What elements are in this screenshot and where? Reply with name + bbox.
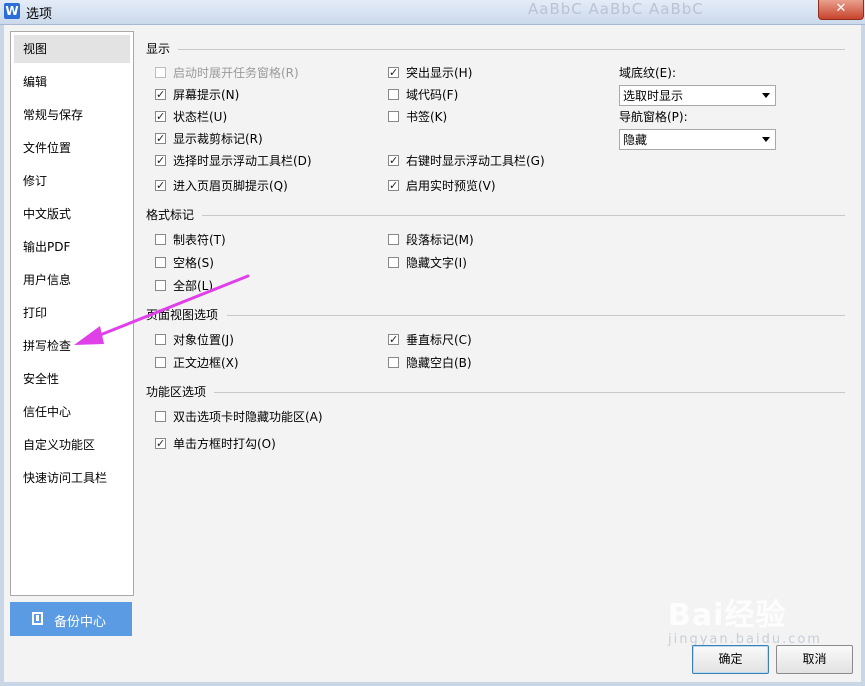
annotation-arrow <box>74 274 250 345</box>
cancel-button[interactable]: 取消 <box>776 645 853 674</box>
baidu-watermark: Bai经验 jingyan.baidu.com <box>668 598 822 647</box>
ok-button[interactable]: 确定 <box>692 645 769 674</box>
